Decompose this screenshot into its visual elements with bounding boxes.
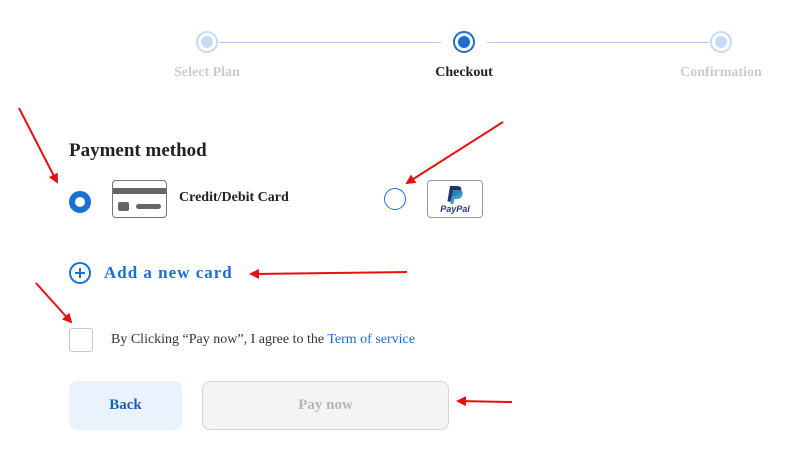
terms-of-service-link[interactable]: Term of service (327, 332, 415, 347)
credit-card-radio[interactable] (69, 191, 91, 213)
paypal-logo-text: PayPal (440, 204, 470, 214)
add-new-card-button[interactable]: Add a new card (69, 262, 233, 284)
add-new-card-label: Add a new card (104, 263, 233, 282)
paypal-icon: PayPal (427, 180, 483, 218)
annotation-arrow-card-radio (18, 107, 58, 184)
plus-circle-icon (69, 262, 91, 284)
step-indicator-checkout (453, 31, 475, 53)
back-button[interactable]: Back (69, 381, 182, 430)
step-indicator-select-plan (196, 31, 218, 53)
terms-prefix: By Clicking “Pay now”, I agree to the (111, 332, 328, 347)
step-indicator-confirmation (710, 31, 732, 53)
terms-checkbox[interactable] (69, 328, 93, 352)
pay-now-button[interactable]: Pay now (202, 381, 449, 430)
stepper-connector-1 (219, 42, 441, 43)
payment-method-title: Payment method (69, 140, 207, 161)
annotation-arrow-paypal-radio (405, 121, 504, 185)
annotation-arrow-checkbox (35, 282, 73, 324)
step-label-select-plan: Select Plan (174, 65, 240, 80)
step-label-checkout: Checkout (435, 65, 493, 80)
annotation-arrow-add-card (249, 268, 408, 279)
paypal-radio[interactable] (384, 188, 406, 210)
annotation-arrow-pay-now (456, 396, 513, 407)
credit-card-label: Credit/Debit Card (179, 190, 289, 205)
step-label-confirmation: Confirmation (680, 65, 762, 80)
terms-agreement-text: By Clicking “Pay now”, I agree to the Te… (111, 332, 415, 348)
credit-card-icon (112, 180, 167, 218)
stepper-connector-2 (487, 42, 709, 43)
